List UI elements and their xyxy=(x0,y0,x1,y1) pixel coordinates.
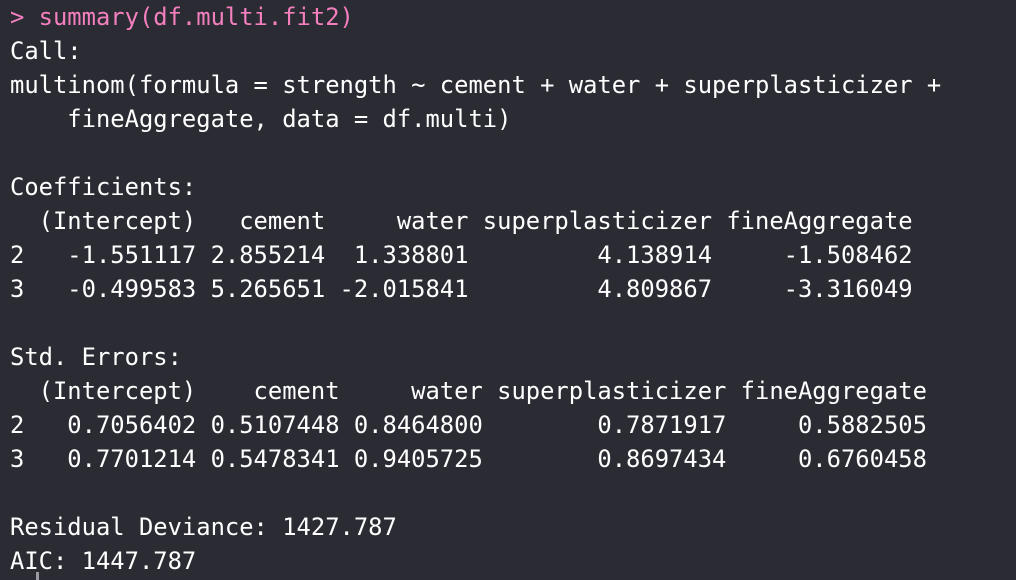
r-console[interactable]: > summary(df.multi.fit2) Call: multinom(… xyxy=(0,0,1016,580)
output-call-label: Call: xyxy=(10,37,82,65)
command-line: > summary(df.multi.fit2) xyxy=(10,0,1016,34)
output-call-formula-continued: fineAggregate, data = df.multi) xyxy=(10,105,512,133)
output-blank-line xyxy=(10,476,1016,510)
coefficients-row-3: 3 -0.499583 5.265651 -2.015841 4.809867 … xyxy=(10,275,913,303)
coefficients-header-row: (Intercept) cement water superplasticize… xyxy=(10,207,913,235)
coefficients-row-2: 2 -1.551117 2.855214 1.338801 4.138914 -… xyxy=(10,241,913,269)
output-blank-line xyxy=(10,136,1016,170)
text-cursor xyxy=(36,572,39,580)
std-errors-heading: Std. Errors: xyxy=(10,343,182,371)
std-errors-row-3: 3 0.7701214 0.5478341 0.9405725 0.869743… xyxy=(10,445,927,473)
std-errors-header-row: (Intercept) cement water superplasticize… xyxy=(10,377,927,405)
output-call-formula: multinom(formula = strength ~ cement + w… xyxy=(10,71,942,99)
residual-deviance-line: Residual Deviance: 1427.787 xyxy=(10,513,397,541)
command-text: summary(df.multi.fit2) xyxy=(38,3,354,31)
prompt-symbol: > xyxy=(10,3,39,31)
coefficients-heading: Coefficients: xyxy=(10,173,197,201)
std-errors-row-2: 2 0.7056402 0.5107448 0.8464800 0.787191… xyxy=(10,411,927,439)
aic-line: AIC: 1447.787 xyxy=(10,547,197,575)
output-blank-line xyxy=(10,306,1016,340)
